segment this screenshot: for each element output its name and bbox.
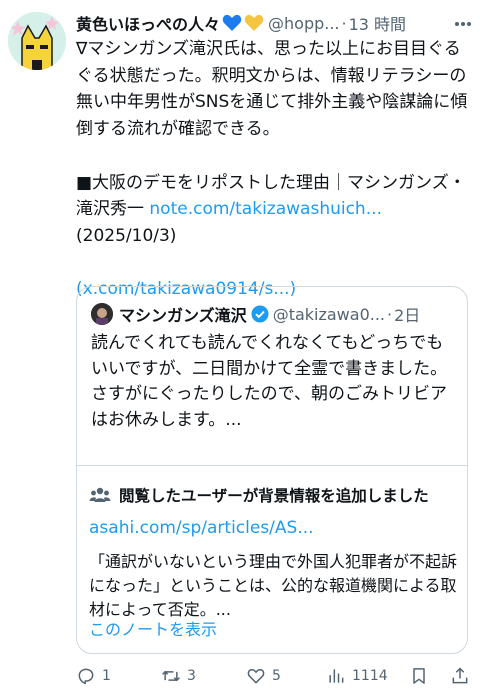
community-note[interactable]: 閲覧したユーザーが背景情報を追加しました asahi.com/sp/articl…: [77, 465, 467, 653]
post: 黄色いほっぺの人々 @hopp... · 13 時間 ∇マシンガンズ滝沢氏は、思…: [0, 0, 480, 697]
post-text-main: ∇マシンガンズ滝沢氏は、思った以上にお目目ぐるぐる状態だった。釈明文からは、情報…: [76, 39, 468, 140]
post-date: (2025/10/3): [76, 225, 177, 246]
views-count: 1114: [352, 668, 388, 684]
yellow-heart-icon: [244, 14, 264, 31]
people-icon: [89, 487, 111, 502]
share-button[interactable]: [450, 664, 476, 688]
post-text-article: ■大阪のデモをリポストした理由｜マシンガンズ・滝沢秀一 note.com/tak…: [76, 170, 472, 223]
quoted-author-avatar[interactable]: [91, 303, 113, 325]
community-note-title: 閲覧したユーザーが背景情報を追加しました: [89, 484, 429, 506]
bookmark-button[interactable]: [409, 664, 435, 688]
action-bar: 1 3 5 1114: [76, 664, 472, 688]
repost-icon: [162, 670, 180, 682]
author-handle[interactable]: @hopp...: [268, 14, 340, 33]
like-count: 5: [272, 668, 281, 684]
heart-icon: [247, 669, 265, 684]
post-body: ∇マシンガンズ滝沢氏は、思った以上にお目目ぐるぐる状態だった。釈明文からは、情報…: [76, 36, 472, 303]
quoted-post-header: マシンガンズ滝沢 @takizawa0... · 2日: [91, 301, 455, 327]
separator-dot: ·: [341, 13, 347, 33]
share-icon: [452, 667, 468, 684]
quoted-post-text: 読んでくれても読んでくれなくてもどっちでもいいですが、二日間かけて全霊で書きまし…: [91, 333, 448, 430]
blue-heart-icon: [222, 14, 242, 31]
quoted-post-time[interactable]: 2日: [394, 302, 420, 326]
quoted-author-name[interactable]: マシンガンズ滝沢: [119, 302, 247, 326]
note-article-link[interactable]: note.com/takizawashuich...: [149, 199, 382, 219]
author-avatar[interactable]: [8, 12, 66, 70]
quoted-author-handle[interactable]: @takizawa0...: [273, 305, 385, 324]
show-note-link[interactable]: このノートを表示: [89, 616, 217, 640]
views-button[interactable]: 1114: [326, 664, 388, 688]
quoted-post[interactable]: マシンガンズ滝沢 @takizawa0... · 2日 読んでくれても読んでくれ…: [76, 286, 468, 654]
separator-dot: ·: [387, 304, 393, 324]
post-header: 黄色いほっぺの人々 @hopp... · 13 時間: [76, 10, 448, 36]
community-note-text: 「通訳がいないという理由で外国人犯罪者が不起訴になった」ということは、公的な報道…: [89, 552, 458, 619]
more-options-button[interactable]: [451, 12, 475, 36]
repost-count: 3: [187, 668, 196, 684]
author-name[interactable]: 黄色いほっぺの人々: [76, 11, 220, 35]
post-time[interactable]: 13 時間: [349, 11, 406, 35]
verified-badge-icon: [251, 305, 269, 323]
like-button[interactable]: 5: [246, 664, 281, 688]
bookmark-icon: [413, 668, 425, 684]
views-icon: [329, 669, 344, 683]
reply-icon: [78, 668, 94, 685]
more-icon: [455, 22, 471, 26]
reply-count: 1: [102, 668, 111, 684]
repost-button[interactable]: 3: [161, 664, 196, 688]
community-note-link[interactable]: asahi.com/sp/articles/AS...: [89, 518, 314, 538]
reply-button[interactable]: 1: [76, 664, 111, 688]
community-note-heading: 閲覧したユーザーが背景情報を追加しました: [119, 487, 429, 505]
